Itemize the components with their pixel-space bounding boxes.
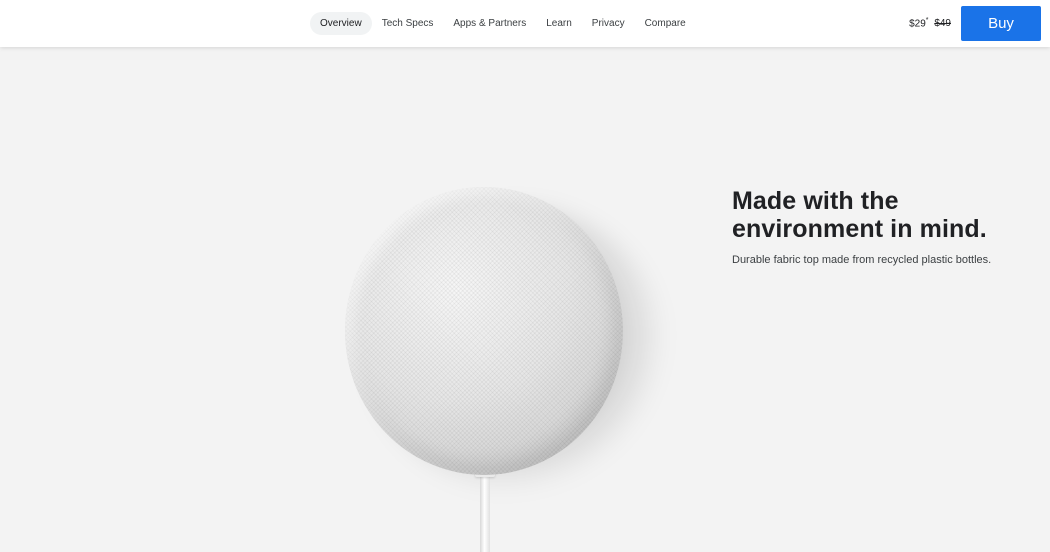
nav-item-learn[interactable]: Learn: [536, 12, 582, 35]
top-navigation-bar: Overview Tech Specs Apps & Partners Lear…: [0, 0, 1050, 47]
nav-item-tech-specs[interactable]: Tech Specs: [372, 12, 444, 35]
original-price: $49: [934, 18, 951, 30]
hero-headline: Made with the environment in mind.: [732, 187, 1032, 243]
nav-item-overview[interactable]: Overview: [310, 12, 372, 35]
nav-item-apps-partners[interactable]: Apps & Partners: [443, 12, 536, 35]
smart-speaker: [345, 187, 623, 475]
hero-headline-line-1: Made with the: [732, 187, 899, 215]
product-image: [330, 167, 670, 552]
nav-item-privacy[interactable]: Privacy: [582, 12, 635, 35]
buy-button[interactable]: Buy: [961, 6, 1041, 41]
hero-headline-line-2: environment in mind.: [732, 215, 987, 243]
product-nav: Overview Tech Specs Apps & Partners Lear…: [310, 12, 696, 35]
hero-copy: Made with the environment in mind. Durab…: [732, 187, 1032, 268]
nav-item-compare[interactable]: Compare: [635, 12, 696, 35]
hero-subtext: Durable fabric top made from recycled pl…: [732, 254, 992, 266]
price-display: $29* $49: [909, 17, 951, 29]
current-price: $29: [909, 18, 926, 30]
hero-section: Made with the environment in mind. Durab…: [0, 47, 1050, 552]
price-footnote-mark: *: [925, 17, 929, 24]
